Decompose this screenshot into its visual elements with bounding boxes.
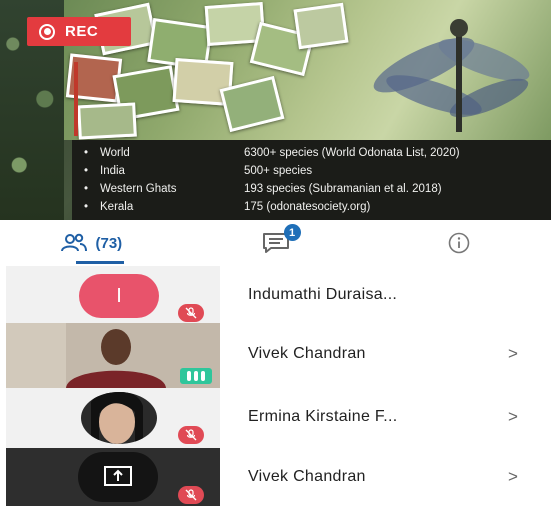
stats-count: 175 (odonatesociety.org) bbox=[244, 201, 371, 213]
participant-name: Ermina Kirstaine F... bbox=[248, 408, 398, 425]
panel-tabs: (73) 1 bbox=[0, 220, 551, 266]
chevron-right-icon: > bbox=[508, 344, 518, 363]
screen-share-avatar bbox=[78, 452, 158, 502]
stats-row: • Kerala 175 (odonatesociety.org) bbox=[72, 198, 551, 216]
dragonfly-illustration bbox=[373, 19, 530, 132]
participant-name: Indumathi Duraisa... bbox=[248, 286, 398, 303]
meeting-screen: REC • World 6300+ species (World Odonata… bbox=[0, 0, 551, 506]
red-dragonfly-illustration bbox=[74, 62, 78, 136]
bullet: • bbox=[83, 147, 89, 159]
stats-count: 500+ species bbox=[244, 165, 313, 177]
participant-row[interactable]: I Indumathi Duraisa... bbox=[0, 266, 551, 328]
recording-label: REC bbox=[65, 23, 99, 40]
stats-row: • World 6300+ species (World Odonata Lis… bbox=[72, 144, 551, 162]
participant-tile bbox=[6, 448, 220, 506]
unread-badge: 1 bbox=[283, 224, 301, 241]
stats-region: Kerala bbox=[100, 201, 134, 213]
avatar-photo bbox=[81, 392, 157, 444]
slide-photo-collage bbox=[64, 0, 551, 140]
participant-row[interactable]: Vivek Chandran > bbox=[0, 448, 551, 506]
mic-muted-icon bbox=[178, 426, 204, 444]
bullet: • bbox=[83, 183, 89, 195]
stats-row: • India 500+ species bbox=[72, 162, 551, 180]
participant-video-tile bbox=[6, 323, 220, 388]
tab-chat[interactable]: 1 bbox=[184, 220, 368, 266]
participants-icon bbox=[61, 233, 88, 252]
participant-name: Vivek Chandran bbox=[248, 345, 366, 362]
chevron-right-icon: > bbox=[508, 407, 518, 426]
stats-region: India bbox=[100, 165, 125, 177]
stats-region: Western Ghats bbox=[100, 183, 177, 195]
bullet: • bbox=[83, 201, 89, 213]
tab-info[interactable] bbox=[367, 220, 551, 266]
audio-level-icon bbox=[180, 368, 212, 384]
stats-count: 6300+ species (World Odonata List, 2020) bbox=[244, 147, 460, 159]
stats-row: • Western Ghats 193 species (Subramanian… bbox=[72, 180, 551, 198]
record-dot-icon bbox=[39, 23, 55, 40]
participant-name: Vivek Chandran bbox=[248, 468, 366, 485]
stats-count: 193 species (Subramanian et al. 2018) bbox=[244, 183, 442, 195]
participant-row[interactable]: Vivek Chandran > bbox=[0, 323, 551, 388]
collage-photo bbox=[77, 102, 137, 140]
tab-participants[interactable]: (73) bbox=[0, 220, 184, 266]
participant-count: (73) bbox=[95, 234, 123, 252]
participant-row[interactable]: Ermina Kirstaine F... > bbox=[0, 388, 551, 448]
info-icon bbox=[448, 232, 470, 254]
participant-tile: I bbox=[6, 266, 220, 328]
shared-slide[interactable]: REC • World 6300+ species (World Odonata… bbox=[0, 0, 551, 220]
mic-muted-icon bbox=[178, 486, 204, 504]
recording-indicator[interactable]: REC bbox=[27, 17, 131, 46]
chevron-right-icon: > bbox=[508, 467, 518, 486]
mic-muted-icon bbox=[178, 304, 204, 322]
participant-list: I Indumathi Duraisa... Vivek Chandran > … bbox=[0, 266, 551, 506]
active-tab-indicator bbox=[76, 261, 124, 264]
stats-region: World bbox=[100, 147, 130, 159]
avatar: I bbox=[79, 274, 159, 318]
avatar-initial: I bbox=[116, 284, 122, 307]
participant-tile bbox=[6, 388, 220, 448]
bullet: • bbox=[83, 165, 89, 177]
species-stats-table: • World 6300+ species (World Odonata Lis… bbox=[72, 140, 551, 220]
screen-share-icon bbox=[104, 466, 132, 486]
collage-photo bbox=[293, 2, 349, 50]
